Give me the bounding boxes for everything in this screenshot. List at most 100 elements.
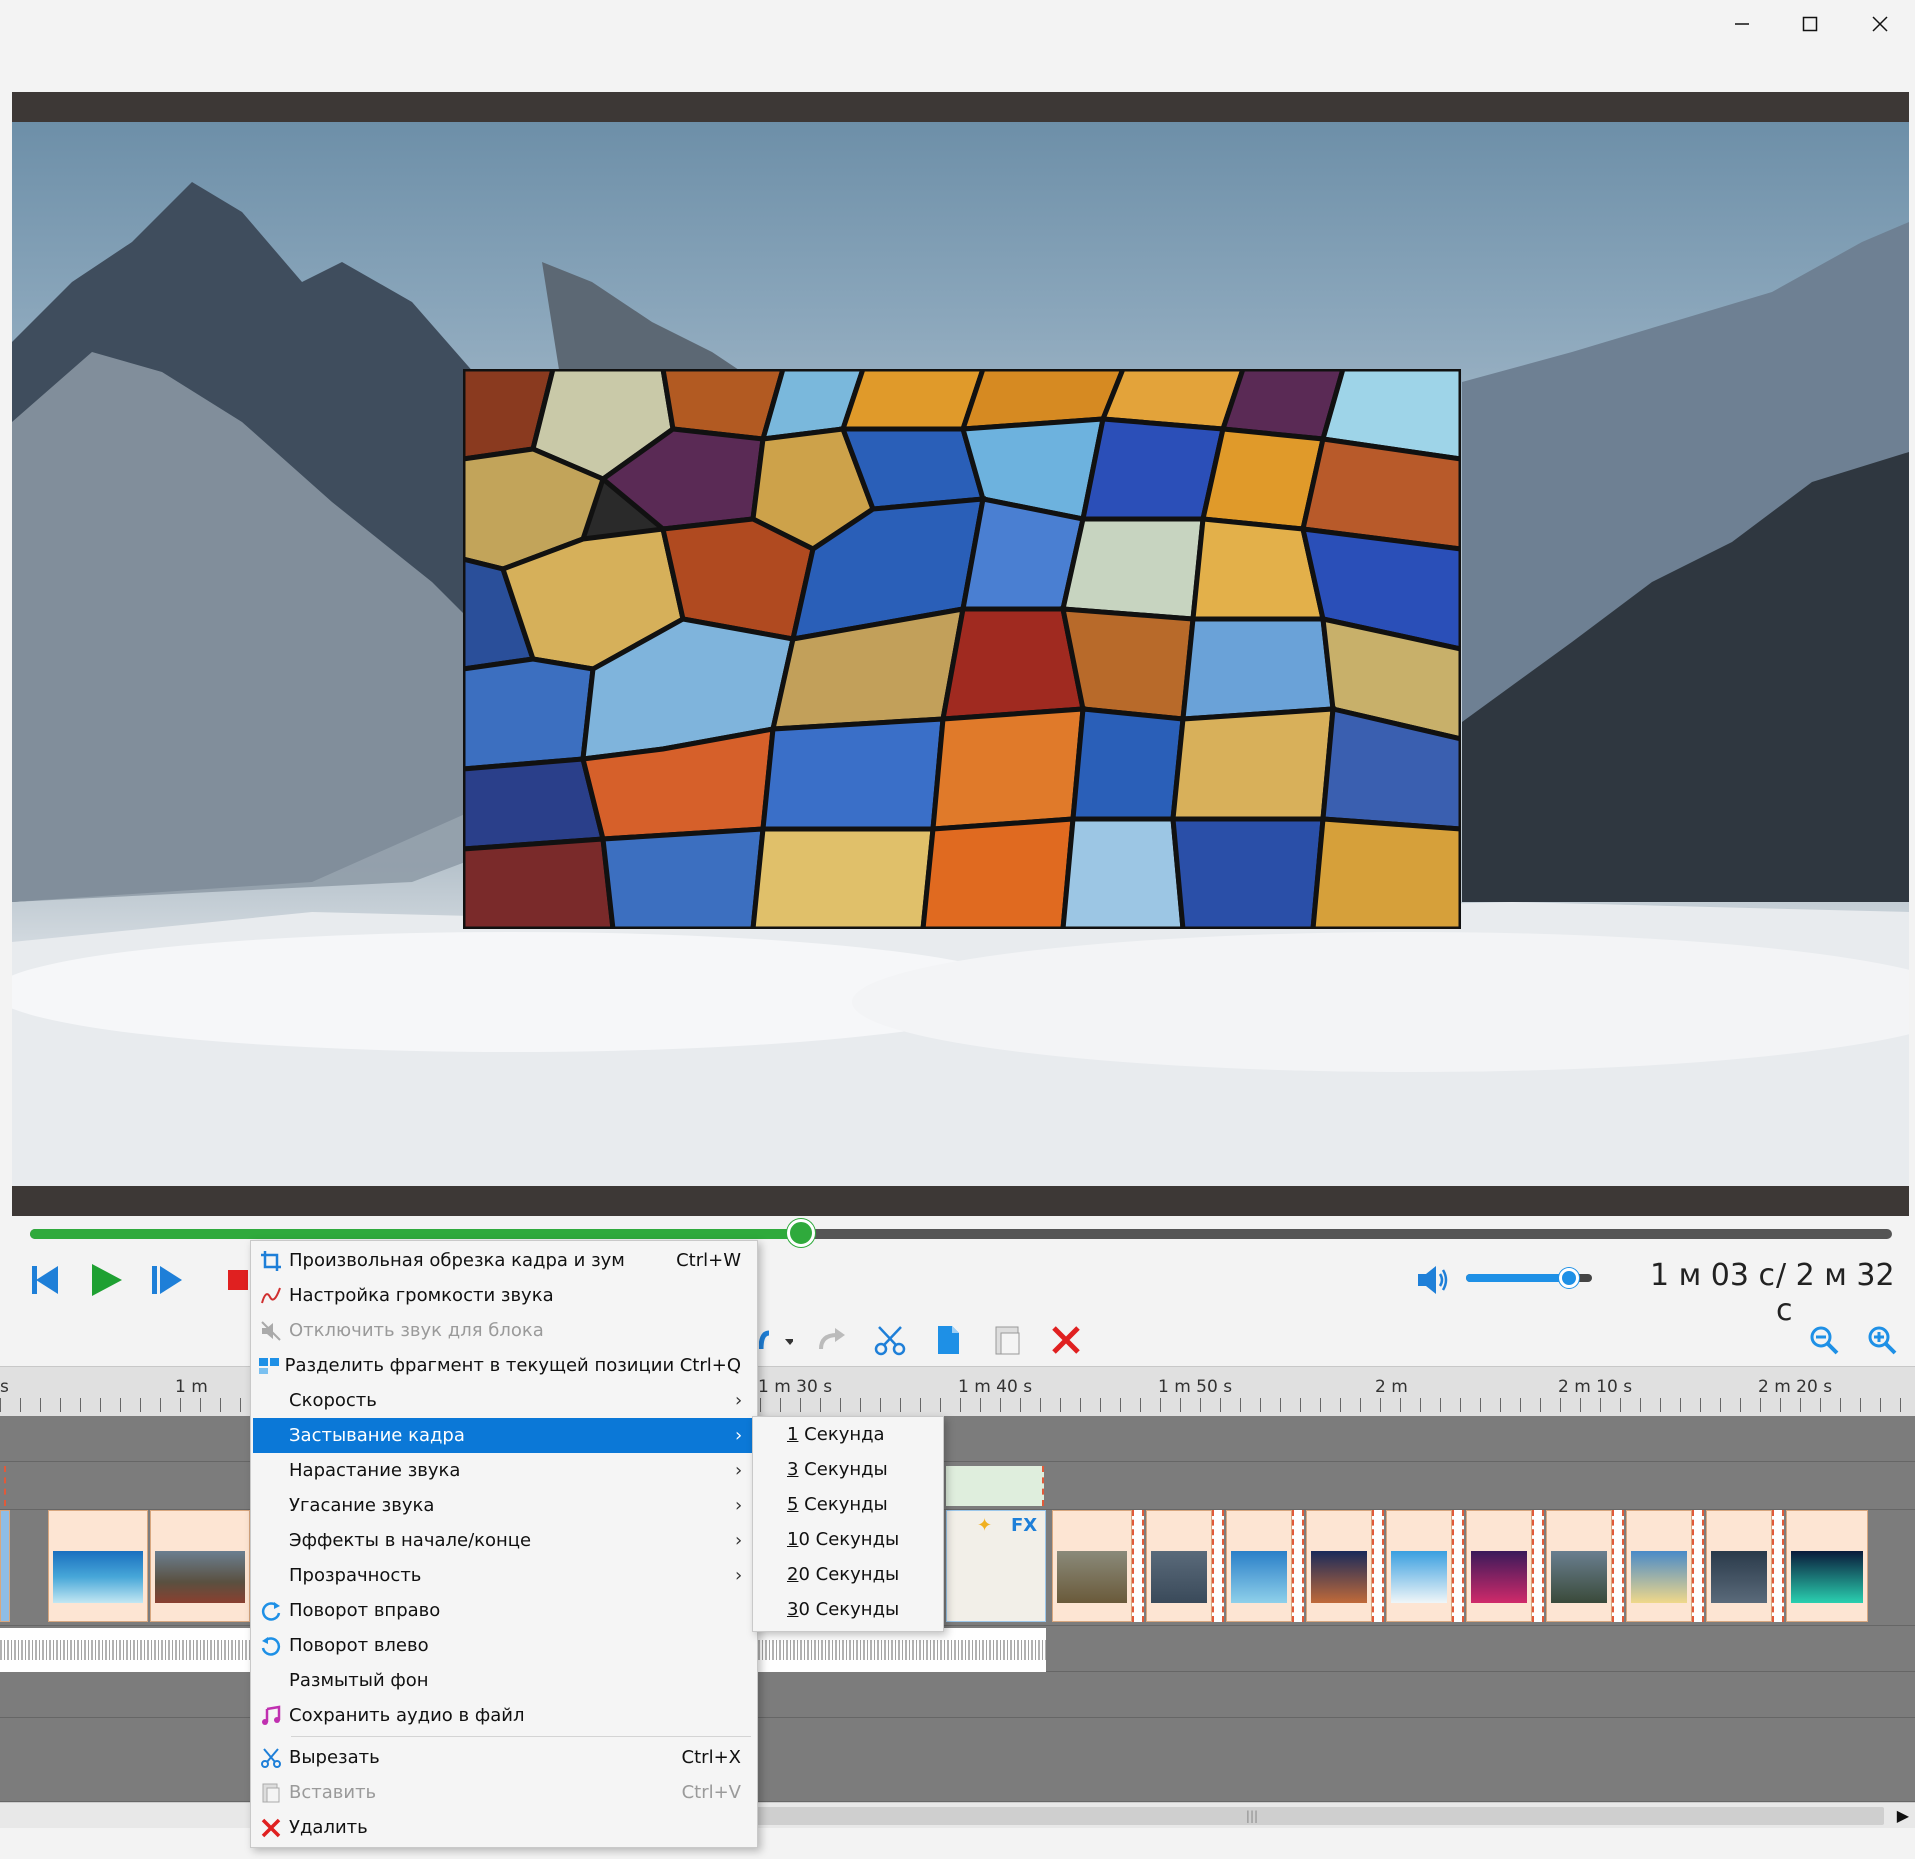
- effect-block[interactable]: [946, 1466, 1044, 1506]
- video-clip[interactable]: [1466, 1510, 1532, 1622]
- seek-handle[interactable]: [786, 1219, 815, 1247]
- ruler-label: 1 m 30 s: [758, 1377, 833, 1397]
- close-button[interactable]: [1846, 0, 1914, 48]
- crop-icon: [261, 1250, 281, 1271]
- next-frame-button[interactable]: [144, 1258, 188, 1302]
- video-clip[interactable]: [150, 1510, 250, 1622]
- clip-thumbnail: [53, 1551, 143, 1603]
- video-clip[interactable]: [1306, 1510, 1372, 1622]
- clip-thumbnail: [1551, 1551, 1607, 1603]
- copy-button[interactable]: [928, 1320, 968, 1360]
- video-clip[interactable]: [1786, 1510, 1868, 1622]
- video-clip[interactable]: [1226, 1510, 1292, 1622]
- scrollbar-thumb[interactable]: |||: [620, 1807, 1884, 1825]
- redo-button[interactable]: [812, 1320, 852, 1360]
- transition-marker[interactable]: [1292, 1510, 1304, 1622]
- transition-marker[interactable]: [1612, 1510, 1624, 1622]
- transition-marker[interactable]: [1452, 1510, 1464, 1622]
- clip-thumbnail: [1057, 1551, 1127, 1603]
- menu-item-fade-in[interactable]: Нарастание звука ›: [253, 1453, 755, 1488]
- menu-item-cut[interactable]: Вырезать Ctrl+X: [253, 1740, 755, 1775]
- play-button[interactable]: [84, 1258, 128, 1302]
- current-time: 1 м 03 с: [1650, 1258, 1775, 1293]
- cut-button[interactable]: [870, 1320, 910, 1360]
- speaker-icon: [1418, 1266, 1448, 1294]
- play-icon: [92, 1264, 122, 1296]
- menu-item-split[interactable]: Разделить фрагмент в текущей позиции Ctr…: [253, 1348, 755, 1383]
- transition-marker[interactable]: [1692, 1510, 1704, 1622]
- video-clip[interactable]: [1546, 1510, 1612, 1622]
- zoom-out-icon: [1810, 1326, 1839, 1355]
- context-menu: Произвольная обрезка кадра и зум Ctrl+W …: [250, 1240, 758, 1848]
- menu-item-fade-out[interactable]: Угасание звука ›: [253, 1488, 755, 1523]
- submenu-item-20-seconds[interactable]: 20 Секунды: [753, 1557, 943, 1592]
- menu-item-freeze-frame[interactable]: Застывание кадра ›: [253, 1418, 755, 1453]
- volume-slider[interactable]: [1466, 1268, 1592, 1288]
- zoom-in-button[interactable]: [1862, 1320, 1902, 1360]
- undo-button[interactable]: [756, 1320, 796, 1360]
- clip-thumbnail: [155, 1551, 245, 1603]
- volume-level: [1466, 1274, 1570, 1282]
- rotate-right-icon: [261, 1601, 281, 1621]
- transition-marker[interactable]: [1372, 1510, 1384, 1622]
- clip-thumbnail: [1711, 1551, 1767, 1603]
- video-clip[interactable]: [1146, 1510, 1212, 1622]
- clip-thumbnail: [1631, 1551, 1687, 1603]
- video-clip[interactable]: [1386, 1510, 1452, 1622]
- transition-marker[interactable]: [1132, 1510, 1144, 1622]
- delete-button[interactable]: [1046, 1320, 1086, 1360]
- transition-marker[interactable]: [1772, 1510, 1784, 1622]
- paste-button[interactable]: [988, 1320, 1028, 1360]
- scissors-icon: [261, 1747, 281, 1768]
- video-clip[interactable]: [48, 1510, 148, 1622]
- audio-waveform[interactable]: [758, 1628, 1046, 1672]
- transition-icon: ✦: [977, 1515, 993, 1536]
- video-clip[interactable]: [1626, 1510, 1692, 1622]
- menu-item-delete[interactable]: Удалить: [253, 1810, 755, 1845]
- transition-marker[interactable]: [1532, 1510, 1544, 1622]
- menu-item-save-audio[interactable]: Сохранить аудио в файл: [253, 1698, 755, 1733]
- fx-badge: FX: [1011, 1515, 1038, 1536]
- copy-icon: [938, 1326, 959, 1354]
- menu-item-rotate-right[interactable]: Поворот вправо: [253, 1593, 755, 1628]
- music-note-icon: [262, 1705, 281, 1725]
- video-clip-selected[interactable]: ✦ FX: [946, 1510, 1046, 1622]
- rotate-left-icon: [261, 1636, 281, 1656]
- audio-waveform[interactable]: [0, 1628, 250, 1672]
- zoom-out-button[interactable]: [1804, 1320, 1844, 1360]
- menu-item-opacity[interactable]: Прозрачность ›: [253, 1558, 755, 1593]
- minimize-icon: [1735, 23, 1749, 25]
- stained-glass-overlay-image: [463, 369, 1461, 929]
- menu-item-volume[interactable]: Настройка громкости звука: [253, 1278, 755, 1313]
- submenu-item-10-seconds[interactable]: 10 Секунды: [753, 1522, 943, 1557]
- transition-marker[interactable]: [1212, 1510, 1224, 1622]
- menu-item-crop-zoom[interactable]: Произвольная обрезка кадра и зум Ctrl+W: [253, 1243, 755, 1278]
- submenu-item-30-seconds[interactable]: 30 Секунды: [753, 1592, 943, 1627]
- video-clip[interactable]: [1052, 1510, 1132, 1622]
- volume-handle[interactable]: [1559, 1268, 1580, 1288]
- minimize-button[interactable]: [1708, 0, 1776, 48]
- ruler-label: 2 m: [1375, 1377, 1408, 1397]
- stop-icon: [228, 1270, 248, 1290]
- menu-item-effects[interactable]: Эффекты в начале/конце ›: [253, 1523, 755, 1558]
- maximize-button[interactable]: [1776, 0, 1844, 48]
- ruler-label: 2 m 10 s: [1558, 1377, 1633, 1397]
- menu-item-rotate-left[interactable]: Поворот влево: [253, 1628, 755, 1663]
- seek-bar[interactable]: [30, 1219, 1892, 1247]
- ruler-label: 1 m: [175, 1377, 208, 1397]
- scroll-right-icon[interactable]: ▶: [1897, 1806, 1909, 1825]
- menu-item-mute[interactable]: Отключить звук для блока: [253, 1313, 755, 1348]
- previous-frame-button[interactable]: [24, 1258, 68, 1302]
- video-clip[interactable]: [1706, 1510, 1772, 1622]
- menu-item-speed[interactable]: Скорость ›: [253, 1383, 755, 1418]
- total-time: / 2 м 32 с: [1776, 1258, 1895, 1328]
- menu-item-paste[interactable]: Вставить Ctrl+V: [253, 1775, 755, 1810]
- video-preview[interactable]: [12, 92, 1909, 1216]
- submenu-item-1-second[interactable]: 1 Секунда: [753, 1417, 943, 1452]
- clip-thumbnail: [1151, 1551, 1207, 1603]
- volume-button[interactable]: [1410, 1258, 1454, 1302]
- submenu-item-5-seconds[interactable]: 5 Секунды: [753, 1487, 943, 1522]
- submenu-item-3-seconds[interactable]: 3 Секунды: [753, 1452, 943, 1487]
- menu-item-blur-background[interactable]: Размытый фон: [253, 1663, 755, 1698]
- video-clip[interactable]: [0, 1510, 10, 1622]
